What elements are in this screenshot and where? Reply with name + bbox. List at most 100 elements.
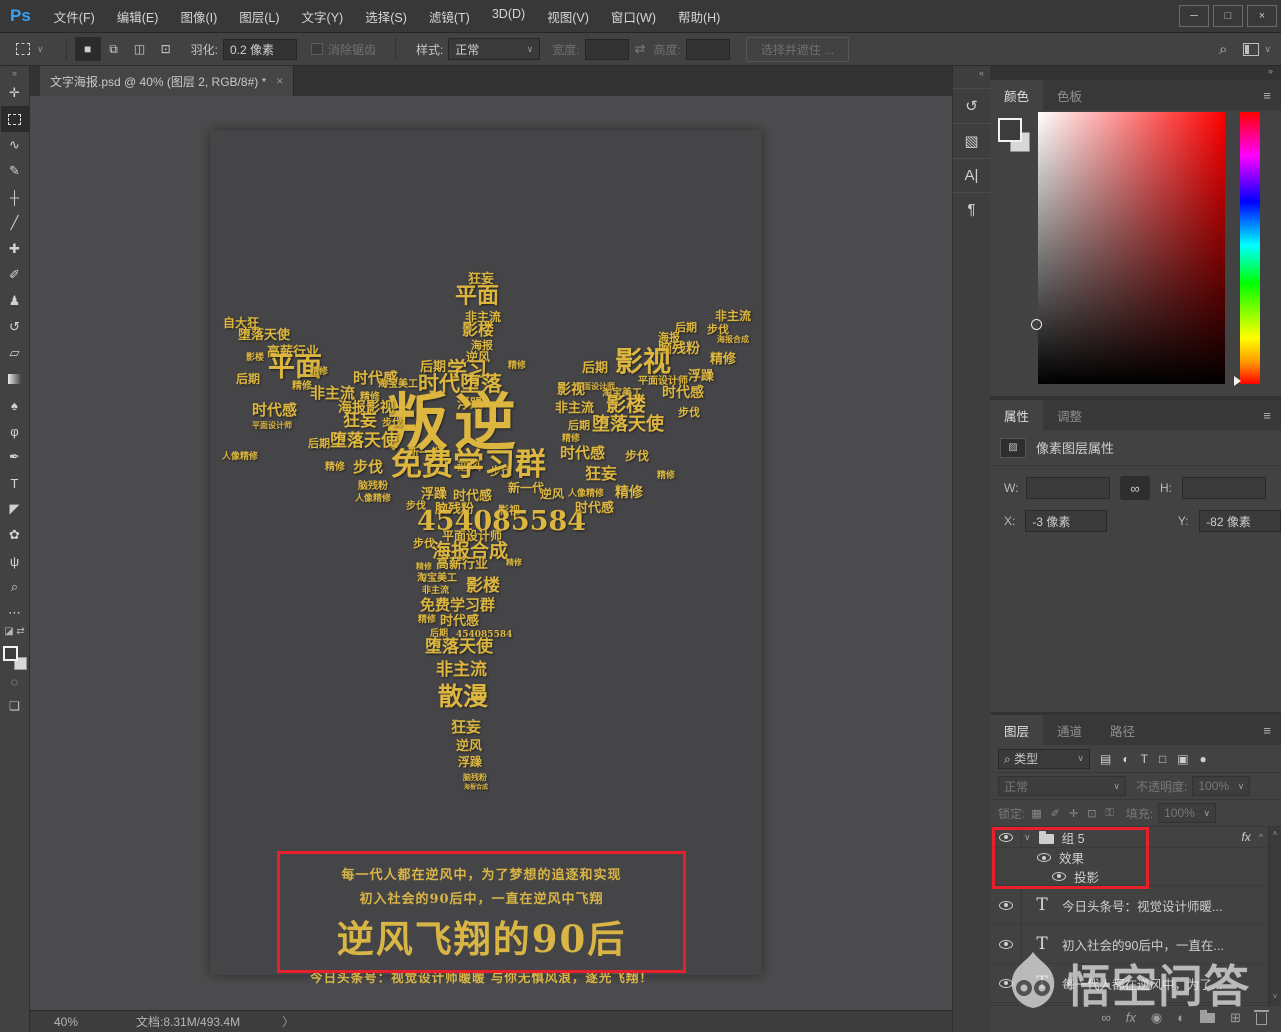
saturation-brightness-field[interactable]	[1038, 112, 1225, 384]
menu-item-10[interactable]: 窗口(W)	[600, 7, 667, 26]
menu-item-8[interactable]: 3D(D)	[481, 7, 536, 26]
selection-mode-button-4[interactable]: ⊡	[153, 37, 179, 61]
properties-panel-menu-icon[interactable]: ≡	[1253, 400, 1281, 430]
gradient-tool[interactable]	[1, 366, 29, 392]
path-selection-tool[interactable]: ◤	[1, 496, 29, 522]
delete-layer-icon[interactable]	[1256, 1013, 1267, 1025]
layers-tab-1[interactable]: 图层	[990, 715, 1043, 745]
fx-icon[interactable]: fx	[1126, 1010, 1136, 1025]
y-field[interactable]: -82 像素	[1199, 510, 1281, 532]
fill-select[interactable]: 100%∨	[1158, 803, 1216, 823]
maximize-button[interactable]: □	[1213, 5, 1243, 27]
layer-name[interactable]: 每一代人都在逆风中，为了...	[1062, 974, 1222, 993]
toolbar-collapse-icon[interactable]: »	[12, 66, 17, 80]
filter-pixel-icon[interactable]: ▤	[1100, 752, 1111, 766]
link-icon[interactable]: ∞	[1101, 1010, 1110, 1025]
layer-row[interactable]: T初入社会的90后中，一直在...	[990, 925, 1281, 964]
blend-mode-select[interactable]: 正常∨	[998, 776, 1126, 796]
filter-smart-object-icon[interactable]: ▣	[1177, 752, 1188, 766]
layers-tab-2[interactable]: 通道	[1043, 715, 1096, 745]
antialias-checkbox[interactable]	[311, 43, 323, 55]
mask-icon[interactable]: ◉	[1151, 1010, 1162, 1026]
rectangular-marquee-tool[interactable]	[1, 106, 29, 132]
minimize-button[interactable]: ─	[1179, 5, 1209, 27]
eraser-tool[interactable]: ▱	[1, 340, 29, 366]
default-swap-colors-icon[interactable]: ◪ ⇄	[4, 626, 25, 642]
spot-healing-brush-tool[interactable]: ✚	[1, 236, 29, 262]
history-panel-icon[interactable]: ↺	[953, 88, 990, 115]
menu-item-11[interactable]: 帮助(H)	[667, 7, 731, 26]
selection-mode-button-1[interactable]: ■	[75, 37, 101, 61]
new-layer-icon[interactable]: ⊞	[1230, 1010, 1241, 1026]
zoom-level[interactable]: 40%	[54, 1015, 78, 1029]
hue-slider[interactable]	[1240, 112, 1260, 384]
layers-panel-menu-icon[interactable]: ≡	[1253, 715, 1281, 745]
layers-tab-3[interactable]: 路径	[1096, 715, 1149, 745]
quick-selection-tool[interactable]: ✎	[1, 158, 29, 184]
eye-icon[interactable]	[999, 940, 1013, 949]
brush-tool[interactable]: ✐	[1, 262, 29, 288]
close-button[interactable]: ×	[1247, 5, 1277, 27]
styles-panel-icon[interactable]: ▧	[953, 123, 990, 150]
dock-collapse-icon[interactable]: «	[953, 66, 990, 80]
properties-tab-2[interactable]: 调整	[1043, 400, 1096, 430]
foreground-color-swatch[interactable]	[3, 646, 18, 661]
blur-tool[interactable]: ♠	[1, 392, 29, 418]
adjustment-icon[interactable]: ◐	[1177, 1010, 1185, 1025]
pen-tool[interactable]: ✒	[1, 444, 29, 470]
layer-name[interactable]: 初入社会的90后中，一直在...	[1062, 935, 1224, 954]
visibility-cell[interactable]	[990, 964, 1022, 1002]
layer-name[interactable]: 今日头条号：视觉设计师暖...	[1062, 896, 1222, 915]
crop-tool[interactable]: ┼	[1, 184, 29, 210]
quick-mask-button[interactable]: ◌	[11, 670, 18, 694]
height-input[interactable]	[686, 39, 730, 60]
color-tab-1[interactable]: 颜色	[990, 80, 1043, 110]
lock-position-icon[interactable]: ✛	[1069, 807, 1078, 820]
move-tool[interactable]: ✛	[1, 80, 29, 106]
fx-badge[interactable]: fx	[1241, 830, 1250, 844]
workspace-icon[interactable]	[1243, 43, 1259, 56]
layer-row[interactable]: T今日头条号：视觉设计师暖...	[990, 886, 1281, 925]
lasso-tool[interactable]: ∿	[1, 132, 29, 158]
layer-row[interactable]: T每一代人都在逆风中，为了...	[990, 964, 1281, 1003]
panel-color-swatches[interactable]	[998, 118, 1032, 154]
type-tool[interactable]: T	[1, 470, 29, 496]
height-field[interactable]	[1182, 477, 1266, 499]
menu-item-9[interactable]: 视图(V)	[536, 7, 600, 26]
color-panel-menu-icon[interactable]: ≡	[1253, 80, 1281, 110]
color-field-cursor[interactable]	[1031, 319, 1042, 330]
filter-shape-icon[interactable]: □	[1159, 752, 1166, 766]
lock-artboard-icon[interactable]: ⊡	[1087, 807, 1096, 820]
width-field[interactable]	[1026, 477, 1110, 499]
layer-filter-select[interactable]: ⌕ 类型 ∨	[998, 749, 1090, 769]
selection-mode-button-3[interactable]: ◫	[127, 37, 153, 61]
selection-mode-button-2[interactable]: ⧉	[101, 37, 127, 61]
chevron-down-icon[interactable]: ∨	[1264, 44, 1271, 55]
screen-mode-button[interactable]: ❏	[9, 694, 20, 718]
paragraph-panel-icon[interactable]: ¶	[953, 192, 990, 218]
poster-document[interactable]: 狂妄平面非主流影楼海报逆风学习后期精修时代堕落浮躁叛逆新一代逆风步伐免费学习群浮…	[210, 130, 762, 975]
eyedropper-tool[interactable]: ╱	[1, 210, 29, 236]
eye-icon[interactable]	[999, 979, 1013, 988]
menu-item-5[interactable]: 文字(Y)	[291, 7, 355, 26]
collapse-effects-icon[interactable]: ^	[1259, 832, 1263, 842]
layers-scrollbar[interactable]: ˄ ˅	[1268, 827, 1281, 1005]
select-and-mask-button[interactable]: 选择并遮住 ...	[746, 37, 849, 62]
swap-dimensions-icon[interactable]: ⇄	[635, 41, 646, 57]
filter-type-icon[interactable]: T	[1141, 752, 1148, 766]
color-swatches[interactable]	[3, 646, 27, 670]
custom-shape-tool[interactable]: ✿	[1, 522, 29, 548]
close-icon[interactable]: ×	[276, 74, 283, 88]
menu-item-4[interactable]: 图层(L)	[228, 7, 290, 26]
eye-icon[interactable]	[999, 901, 1013, 910]
menu-item-2[interactable]: 编辑(E)	[106, 7, 170, 26]
menu-item-7[interactable]: 滤镜(T)	[418, 7, 481, 26]
menu-item-6[interactable]: 选择(S)	[354, 7, 418, 26]
clone-stamp-tool[interactable]: ♟	[1, 288, 29, 314]
color-tab-2[interactable]: 色板	[1043, 80, 1096, 110]
status-arrow-icon[interactable]: 〉	[282, 1013, 294, 1030]
style-select[interactable]: 正常∨	[448, 38, 540, 60]
lock-transparency-icon[interactable]: ▦	[1031, 807, 1041, 820]
feather-input[interactable]: 0.2 像素	[223, 39, 297, 60]
hand-tool[interactable]: ψ	[1, 548, 29, 574]
